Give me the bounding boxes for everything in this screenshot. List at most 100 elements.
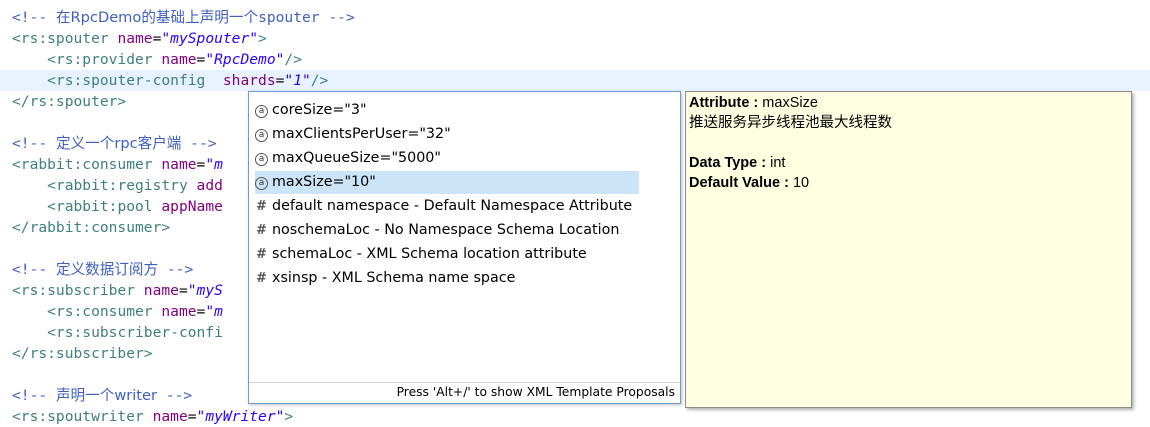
doc-type-row: Data Type : int <box>689 153 785 173</box>
proposal-label: maxQueueSize="5000" <box>272 150 441 166</box>
code-token: "m <box>205 303 223 320</box>
code-line[interactable]: <rs:provider name="RpcDemo"/> <box>12 49 302 70</box>
hash-icon: # <box>256 271 267 286</box>
code-token: </rabbit:consumer> <box>12 219 171 236</box>
code-token: <!-- <box>12 9 56 26</box>
attribute-doc-tooltip: Attribute : maxSize 推送服务异步线程池最大线程数 Data … <box>685 91 1132 408</box>
code-token: name <box>117 30 153 47</box>
code-line[interactable]: <rs:subscriber name="myS <box>12 280 223 301</box>
code-token: <rs:spoutwriter <box>12 408 153 425</box>
code-token: = <box>178 282 188 299</box>
code-line[interactable]: <rs:spouter-config shards="1"/> <box>12 70 328 91</box>
code-token: <!-- <box>12 387 56 404</box>
doc-type-key: Data Type : <box>689 155 771 171</box>
code-line[interactable]: <!-- 定义数据订阅方 --> <box>12 259 193 280</box>
code-line[interactable]: <rabbit:registry add <box>12 175 223 196</box>
code-line[interactable]: <rs:spouter name="mySpouter"> <box>12 28 267 49</box>
attribute-icon: a <box>255 177 268 190</box>
code-line[interactable]: </rs:spouter> <box>12 91 126 112</box>
content-assist-popup: a coreSize="3" a maxClientsPerUser="32" a max… <box>248 91 681 404</box>
code-token: </rs:subscriber> <box>12 345 153 362</box>
code-token: add <box>196 177 223 194</box>
proposal-item[interactable]: a coreSize="3" <box>255 99 367 122</box>
proposal-item[interactable]: a maxSize="10" <box>255 171 639 194</box>
code-token: spouter --> <box>258 9 355 26</box>
doc-default-row: Default Value : 10 <box>689 173 809 193</box>
proposal-label: maxClientsPerUser="32" <box>272 126 451 142</box>
code-line[interactable]: <rs:consumer name="m <box>12 301 223 322</box>
doc-default-key: Default Value : <box>689 175 793 191</box>
code-token: <rs:spouter <box>12 30 118 47</box>
hash-icon: # <box>256 199 267 214</box>
code-token: <!-- <box>12 261 56 278</box>
proposal-item[interactable]: # default namespace - Default Namespace A… <box>255 195 632 218</box>
proposal-item[interactable]: a maxQueueSize="5000" <box>255 147 441 170</box>
code-token: name <box>161 303 197 320</box>
code-token: <rabbit:consumer <box>12 156 162 173</box>
code-token: --> <box>181 135 217 152</box>
code-line[interactable]: <rs:subscriber-confi <box>12 322 223 343</box>
proposal-item[interactable]: # schemaLoc - XML Schema location attribu… <box>255 243 587 266</box>
footer-hint: Press 'Alt+/' to show XML Template Propo… <box>396 385 675 399</box>
code-token: <!-- <box>12 135 56 152</box>
proposal-label: noschemaLoc - No Namespace Schema Locati… <box>272 222 620 238</box>
attribute-icon: a <box>255 129 268 142</box>
code-token: </rs:spouter> <box>12 93 127 110</box>
code-token: = <box>187 408 197 425</box>
code-line[interactable]: <!-- 声明一个writer --> <box>12 385 192 406</box>
doc-description: 推送服务异步线程池最大线程数 <box>689 115 892 131</box>
doc-attribute-key: Attribute : <box>689 95 763 111</box>
code-token: <rs:consumer <box>47 303 162 320</box>
code-token: <rabbit:pool <box>47 198 162 215</box>
code-token: 定义一个rpc客户端 <box>55 135 182 152</box>
code-token: "myS <box>187 282 223 299</box>
code-token: "m <box>205 156 223 173</box>
attribute-icon: a <box>255 105 268 118</box>
popup-footer: Press 'Alt+/' to show XML Template Propo… <box>249 382 680 403</box>
proposal-label: default namespace - Default Namespace At… <box>272 198 633 214</box>
code-token: shards <box>222 72 276 89</box>
code-token: appName <box>161 198 223 215</box>
code-token: <rs:provider <box>47 51 162 68</box>
code-token: <rs:subscriber-confi <box>47 324 223 341</box>
code-token: name <box>161 51 197 68</box>
doc-default-value: 10 <box>792 175 810 191</box>
code-token: > <box>258 30 267 47</box>
code-line[interactable]: <!-- 在RpcDemo的基础上声明一个spouter --> <box>12 7 355 28</box>
code-line[interactable]: <rabbit:consumer name="m <box>12 154 223 175</box>
code-line[interactable]: </rabbit:consumer> <box>12 217 170 238</box>
code-token: 定义数据订阅方 <box>55 261 159 278</box>
code-line[interactable]: <rs:spoutwriter name="myWriter"> <box>12 406 293 427</box>
code-token: 在RpcDemo的基础上声明一个 <box>55 9 259 26</box>
code-token: "1" <box>284 72 311 89</box>
proposal-item[interactable]: a maxClientsPerUser="32" <box>255 123 451 146</box>
doc-attribute-row: Attribute : maxSize <box>689 93 818 113</box>
code-line[interactable]: </rs:subscriber> <box>12 343 153 364</box>
code-line[interactable]: <!-- 定义一个rpc客户端 --> <box>12 133 217 154</box>
code-token: "mySpouter" <box>161 30 259 47</box>
code-token: name <box>161 156 197 173</box>
code-token: = <box>196 156 206 173</box>
attribute-icon: a <box>255 153 268 166</box>
proposal-label: xsinsp - XML Schema name space <box>272 270 516 286</box>
proposal-label: coreSize="3" <box>272 102 367 118</box>
code-token: --> <box>158 261 194 278</box>
code-token: > <box>284 408 294 425</box>
code-line[interactable]: <rabbit:pool appName <box>12 196 223 217</box>
proposal-item[interactable]: # noschemaLoc - No Namespace Schema Locat… <box>255 219 619 242</box>
proposal-item[interactable]: # xsinsp - XML Schema name space <box>255 267 515 290</box>
doc-attribute-value: maxSize <box>762 95 818 111</box>
doc-type-value: int <box>770 155 786 171</box>
proposal-label: maxSize="10" <box>272 174 376 190</box>
hash-icon: # <box>256 223 267 238</box>
code-token: <rabbit:registry <box>47 177 197 194</box>
code-token: "RpcDemo" <box>205 51 285 68</box>
code-token: <rs:spouter-config <box>47 72 223 89</box>
code-token: "myWriter" <box>196 408 285 425</box>
code-token: --> <box>157 387 193 404</box>
